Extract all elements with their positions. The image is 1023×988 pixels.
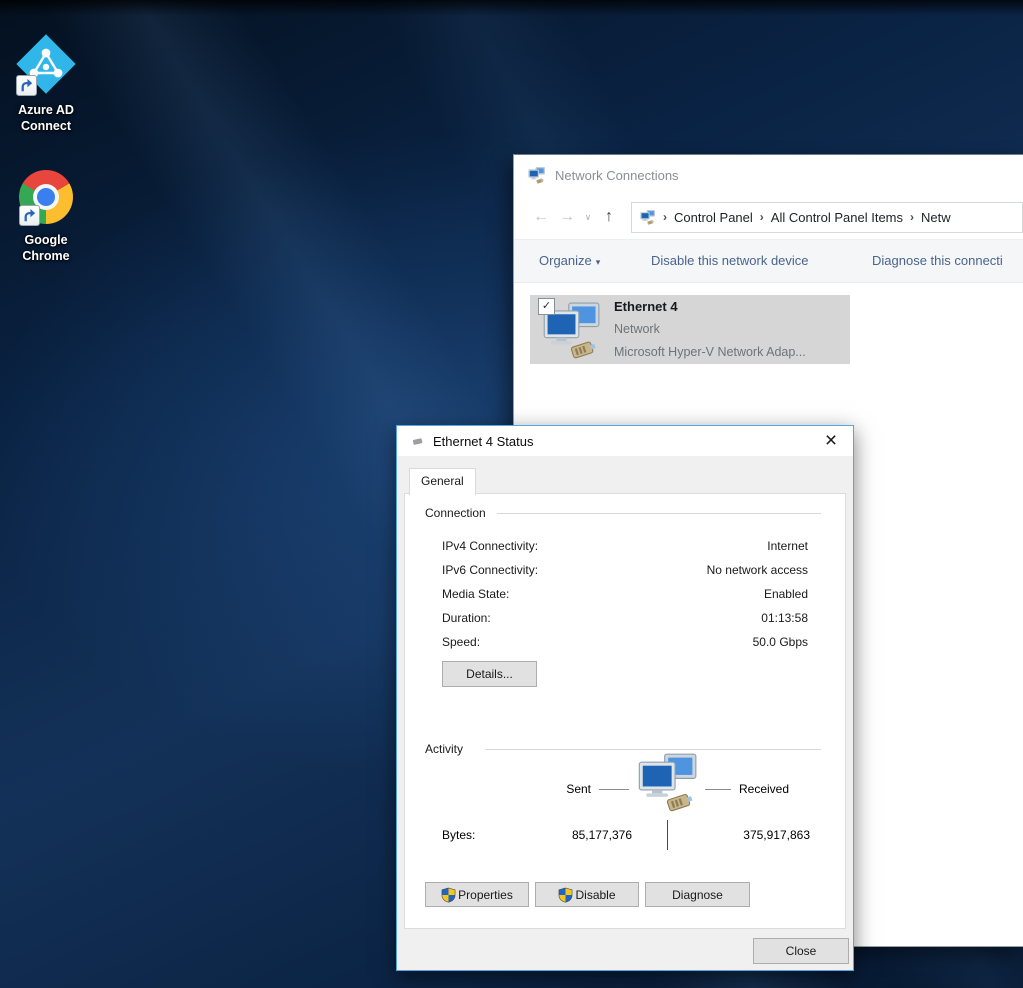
network-connections-window-icon bbox=[527, 167, 546, 184]
group-divider bbox=[497, 513, 821, 514]
breadcrumb-control-panel[interactable]: Control Panel bbox=[674, 210, 753, 225]
breadcrumb-chevron-icon: › bbox=[910, 210, 914, 224]
shortcut-arrow-icon bbox=[16, 75, 37, 96]
status-row-duration: Duration: 01:13:58 bbox=[442, 606, 808, 630]
activity-group-heading: Activity bbox=[425, 742, 463, 756]
forward-button[interactable]: → bbox=[554, 208, 580, 226]
dropdown-caret-icon: ▾ bbox=[596, 257, 601, 267]
row-label: IPv4 Connectivity: bbox=[442, 539, 538, 553]
address-bar[interactable]: › Control Panel › All Control Panel Item… bbox=[631, 202, 1023, 233]
dialog-close-icon[interactable]: × bbox=[809, 426, 853, 456]
desktop-icon-label: Chrome bbox=[0, 248, 92, 264]
bytes-sent-value: 85,177,376 bbox=[520, 828, 632, 842]
command-bar: Organize▾ Disable this network device Di… bbox=[514, 240, 1023, 283]
checkbox-check-icon: ✓ bbox=[542, 300, 551, 312]
breadcrumb-all-control-panel-items[interactable]: All Control Panel Items bbox=[771, 210, 903, 225]
row-value: Internet bbox=[767, 539, 808, 553]
row-value: 01:13:58 bbox=[761, 611, 808, 625]
status-row-speed: Speed: 50.0 Gbps bbox=[442, 630, 808, 654]
tab-general[interactable]: General bbox=[409, 468, 476, 495]
row-label: Duration: bbox=[442, 611, 491, 625]
breadcrumb-chevron-icon: › bbox=[760, 210, 764, 224]
breadcrumb-chevron-icon: › bbox=[663, 210, 667, 224]
item-checkbox[interactable]: ✓ bbox=[538, 298, 555, 315]
shortcut-arrow-icon bbox=[19, 205, 40, 226]
connection-adapter-label: Microsoft Hyper-V Network Adap... bbox=[614, 341, 806, 364]
sent-label: Sent bbox=[545, 782, 591, 796]
disable-button[interactable]: Disable bbox=[535, 882, 639, 907]
received-label: Received bbox=[739, 782, 789, 796]
google-chrome-icon[interactable] bbox=[17, 168, 75, 226]
row-value: 50.0 Gbps bbox=[753, 635, 808, 649]
desktop: { "desktop": { "icons": [ {"label_line1"… bbox=[0, 0, 1023, 988]
dialog-title: Ethernet 4 Status bbox=[433, 434, 533, 449]
row-value: Enabled bbox=[764, 587, 808, 601]
row-label: Media State: bbox=[442, 587, 509, 601]
diagnose-connection-button[interactable]: Diagnose this connecti bbox=[872, 253, 1003, 268]
properties-button[interactable]: Properties bbox=[425, 882, 529, 907]
ethernet4-status-dialog: Ethernet 4 Status × General Connection I… bbox=[396, 425, 854, 971]
desktop-icon-label: Connect bbox=[0, 118, 92, 134]
bytes-received-value: 375,917,863 bbox=[700, 828, 810, 842]
window-titlebar[interactable]: Network Connections bbox=[514, 155, 1023, 195]
back-button[interactable]: ← bbox=[528, 208, 554, 226]
desktop-icon-label: Azure AD bbox=[0, 102, 92, 118]
azure-ad-connect-icon[interactable] bbox=[14, 34, 78, 96]
connection-group-heading: Connection bbox=[425, 506, 486, 520]
close-button[interactable]: Close bbox=[753, 938, 849, 964]
desktop-icon-label: Google bbox=[0, 232, 92, 248]
connection-status-rows: IPv4 Connectivity: Internet IPv6 Connect… bbox=[442, 534, 808, 654]
status-row-ipv6: IPv6 Connectivity: No network access bbox=[442, 558, 808, 582]
connections-list: ✓ Ethernet 4 Network Microsoft Hyper-V N… bbox=[514, 283, 1023, 364]
uac-shield-icon bbox=[441, 887, 456, 903]
diagnose-button[interactable]: Diagnose bbox=[645, 882, 750, 907]
organize-menu-button[interactable]: Organize▾ bbox=[539, 253, 600, 268]
activity-network-adapter-icon bbox=[637, 752, 697, 814]
desktop-icon-google-chrome[interactable]: Google Chrome bbox=[0, 168, 92, 264]
uac-shield-icon bbox=[558, 887, 573, 903]
status-row-media-state: Media State: Enabled bbox=[442, 582, 808, 606]
desktop-icon-azure-ad-connect[interactable]: Azure AD Connect bbox=[0, 34, 92, 134]
connection-name: Ethernet 4 bbox=[614, 295, 806, 318]
row-label: IPv6 Connectivity: bbox=[442, 563, 538, 577]
breadcrumb-network-connections[interactable]: Netw bbox=[921, 210, 951, 225]
dialog-network-icon bbox=[412, 437, 425, 446]
navigation-bar: ← → ∨ ↑ › Control Panel › All Control Pa… bbox=[514, 195, 1023, 240]
bytes-separator bbox=[667, 820, 668, 850]
connection-list-item-ethernet4[interactable]: ✓ Ethernet 4 Network Microsoft Hyper-V N… bbox=[530, 295, 850, 364]
up-button[interactable]: ↑ bbox=[596, 208, 622, 226]
row-label: Speed: bbox=[442, 635, 480, 649]
connection-network-label: Network bbox=[614, 318, 806, 341]
group-divider bbox=[485, 749, 821, 750]
window-title: Network Connections bbox=[555, 168, 679, 183]
row-value: No network access bbox=[707, 563, 808, 577]
recent-locations-button[interactable]: ∨ bbox=[580, 212, 596, 223]
general-tab-page: Connection IPv4 Connectivity: Internet I… bbox=[404, 493, 846, 929]
sent-connector-line bbox=[599, 789, 629, 790]
received-connector-line bbox=[705, 789, 731, 790]
bytes-label: Bytes: bbox=[442, 828, 475, 842]
address-location-icon bbox=[639, 210, 656, 225]
dialog-titlebar[interactable]: Ethernet 4 Status bbox=[397, 426, 853, 456]
details-button[interactable]: Details... bbox=[442, 661, 537, 687]
disable-network-device-button[interactable]: Disable this network device bbox=[651, 253, 809, 268]
status-row-ipv4: IPv4 Connectivity: Internet bbox=[442, 534, 808, 558]
